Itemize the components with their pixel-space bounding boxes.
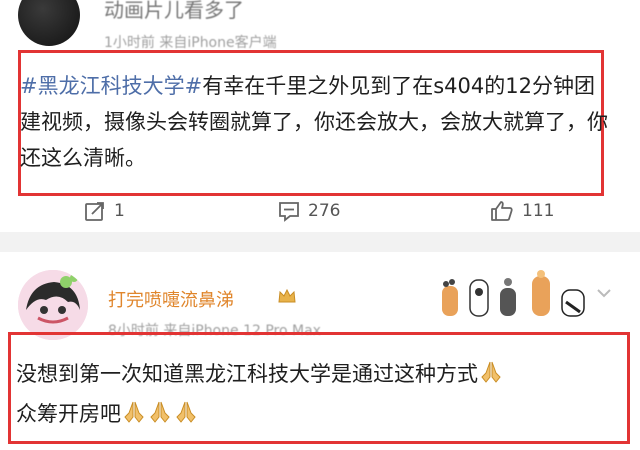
post-divider	[0, 232, 640, 252]
post-action-bar: 1 276 111	[0, 196, 640, 230]
pray-emoji-icon	[478, 359, 504, 396]
crown-icon	[278, 288, 296, 308]
comment-icon	[278, 200, 300, 222]
post-body-text: 没想到第一次知道黑龙江科技大学是通过这种方式	[16, 362, 478, 386]
repost-count: 1	[114, 201, 125, 221]
repost-button[interactable]: 1	[84, 200, 125, 222]
cat-paw-sticker-icon	[442, 270, 585, 317]
username-link[interactable]: 打完喷嚏流鼻涕	[108, 286, 234, 312]
post-body: #黑龙江科技大学#有幸在千里之外见到了在s404的12分钟团建视频，摄像头会转圈…	[20, 68, 610, 176]
like-count: 111	[522, 201, 555, 221]
pray-emoji-icon	[147, 399, 173, 436]
repost-icon	[84, 200, 106, 222]
comment-count: 276	[308, 201, 341, 221]
pray-emoji-icon	[121, 399, 147, 436]
post-body-text: 众筹开房吧	[16, 402, 121, 426]
post-body: 没想到第一次知道黑龙江科技大学是通过这种方式 众筹开房吧	[16, 356, 626, 436]
comment-button[interactable]: 276	[278, 200, 340, 222]
like-button[interactable]: 111	[490, 200, 554, 222]
post-body-line-1: 没想到第一次知道黑龙江科技大学是通过这种方式	[16, 356, 626, 396]
sticker-row	[438, 262, 598, 322]
pray-emoji-icon	[173, 399, 199, 436]
post-meta: 1小时前 来自iPhone客户端	[104, 35, 277, 51]
chevron-down-icon[interactable]	[596, 284, 612, 303]
avatar[interactable]	[18, 0, 80, 46]
hashtag-link[interactable]: #黑龙江科技大学#	[20, 74, 202, 98]
post-body-line-2: 众筹开房吧	[16, 396, 626, 436]
avatar[interactable]	[18, 270, 88, 340]
previous-post-text: 动画片儿看多了	[104, 0, 244, 22]
like-icon	[490, 200, 514, 222]
